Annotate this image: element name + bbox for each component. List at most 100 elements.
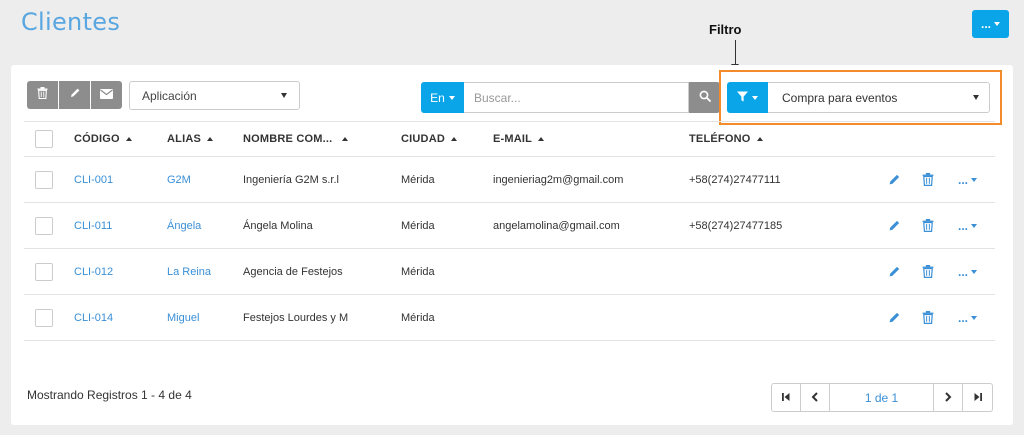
header-telefono[interactable]: TELÉFONO (689, 122, 763, 156)
row-checkbox[interactable] (35, 262, 53, 281)
caret-down-icon (973, 95, 979, 100)
header-ciudad-label: CIUDAD (401, 133, 445, 145)
application-select[interactable]: Aplicación (129, 81, 300, 110)
sort-up-icon (207, 137, 213, 141)
row-ciudad: Mérida (401, 173, 435, 186)
header-nombre[interactable]: NOMBRE COM... (243, 122, 349, 156)
search-input[interactable] (464, 82, 689, 113)
row-checkbox[interactable] (35, 170, 53, 189)
row-codigo-link[interactable]: CLI-001 (74, 157, 113, 202)
row-more-label: ... (958, 218, 969, 233)
sort-up-icon (756, 137, 763, 141)
annotation-label: Filtro (709, 22, 742, 37)
row-telefono: +58(274)27477185 (689, 219, 783, 232)
search-button[interactable] (689, 82, 720, 113)
filter-select[interactable]: Compra para eventos (768, 82, 990, 113)
row-codigo-link[interactable]: CLI-014 (74, 295, 113, 340)
row-email: angelamolina@gmail.com (493, 219, 620, 232)
caret-down-icon (971, 315, 978, 320)
row-alias-link[interactable]: Ángela (167, 203, 201, 248)
row-email: ingenieriag2m@gmail.com (493, 173, 624, 186)
funnel-icon (737, 89, 748, 107)
caret-down-icon (448, 95, 455, 100)
row-delete-trash-icon[interactable] (922, 173, 934, 186)
search-scope-button[interactable]: En (421, 82, 464, 113)
row-checkbox[interactable] (35, 216, 53, 235)
caret-down-icon (971, 269, 978, 274)
select-all-cell (35, 122, 53, 156)
last-page-button[interactable] (963, 384, 992, 411)
sort-up-icon (342, 137, 349, 141)
header-codigo[interactable]: CÓDIGO (74, 122, 132, 156)
first-page-button[interactable] (772, 384, 801, 411)
header-email-label: E-MAIL (493, 133, 533, 145)
search-icon (699, 89, 711, 107)
header-email[interactable]: E-MAIL (493, 122, 545, 156)
row-select-cell (35, 249, 53, 294)
sort-up-icon (538, 137, 545, 141)
row-ciudad: Mérida (401, 219, 435, 232)
header-alias[interactable]: ALIAS (167, 122, 213, 156)
filter-button[interactable] (727, 82, 768, 113)
row-more-button[interactable]: ... (958, 218, 978, 233)
chevron-right-icon (944, 389, 952, 407)
row-nombre: Ingeniería G2M s.r.l (243, 173, 339, 186)
last-page-icon (973, 389, 983, 407)
row-alias-link[interactable]: Miguel (167, 295, 199, 340)
sort-up-icon (125, 137, 132, 141)
chevron-left-icon (811, 389, 819, 407)
edit-selected-button[interactable] (59, 81, 90, 109)
row-nombre: Agencia de Festejos (243, 265, 343, 278)
records-status: Mostrando Registros 1 - 4 de 4 (27, 388, 192, 402)
row-select-cell (35, 157, 53, 202)
header-codigo-label: CÓDIGO (74, 133, 120, 145)
header-telefono-label: TELÉFONO (689, 133, 751, 145)
caret-down-icon (971, 223, 978, 228)
table-row: CLI-001 G2M Ingeniería G2M s.r.l Mérida inge… (24, 157, 995, 203)
page-info: 1 de 1 (830, 384, 934, 411)
select-all-checkbox[interactable] (35, 130, 53, 148)
row-ciudad: Mérida (401, 265, 435, 278)
row-nombre: Festejos Lourdes y M (243, 311, 349, 324)
row-edit-pencil-icon[interactable] (888, 265, 901, 278)
row-codigo-link[interactable]: CLI-011 (74, 203, 112, 248)
caret-down-icon (971, 177, 978, 182)
header-nombre-label: NOMBRE COM... (243, 133, 333, 145)
next-page-button[interactable] (934, 384, 963, 411)
pencil-icon (69, 86, 81, 104)
delete-selected-button[interactable] (27, 81, 58, 109)
row-edit-pencil-icon[interactable] (888, 173, 901, 186)
header-ciudad[interactable]: CIUDAD (401, 122, 457, 156)
email-selected-button[interactable] (91, 81, 122, 109)
table-body: CLI-001 G2M Ingeniería G2M s.r.l Mérida inge… (24, 157, 995, 341)
row-more-button[interactable]: ... (958, 310, 978, 325)
clients-panel: Aplicación En Compra para eventos CÓDIGO… (11, 65, 1013, 425)
row-alias-link[interactable]: La Reina (167, 249, 211, 294)
row-more-label: ... (958, 264, 969, 279)
table-row: CLI-012 La Reina Agencia de Festejos Mérida… (24, 249, 995, 295)
row-telefono: +58(274)27477111 (689, 173, 781, 186)
row-more-button[interactable]: ... (958, 172, 978, 187)
row-delete-trash-icon[interactable] (922, 219, 934, 232)
envelope-icon (100, 86, 113, 104)
trash-icon (37, 86, 48, 104)
application-select-value: Aplicación (142, 88, 197, 103)
row-more-button[interactable]: ... (958, 264, 978, 279)
more-options-button[interactable]: ... (972, 10, 1009, 38)
clients-table: CÓDIGO ALIAS NOMBRE COM... CIUDAD E-MAIL… (24, 121, 995, 341)
row-more-label: ... (958, 172, 969, 187)
table-row: CLI-014 Miguel Festejos Lourdes y M Mérida.… (24, 295, 995, 341)
row-select-cell (35, 203, 53, 248)
row-checkbox[interactable] (35, 308, 53, 327)
row-codigo-link[interactable]: CLI-012 (74, 249, 113, 294)
row-alias-link[interactable]: G2M (167, 157, 191, 202)
annotation-arrow-line (735, 40, 736, 66)
row-edit-pencil-icon[interactable] (888, 311, 901, 324)
row-delete-trash-icon[interactable] (922, 311, 934, 324)
row-more-label: ... (958, 310, 969, 325)
sort-up-icon (450, 137, 457, 141)
row-delete-trash-icon[interactable] (922, 265, 934, 278)
page-title: Clientes (21, 8, 121, 36)
previous-page-button[interactable] (801, 384, 830, 411)
row-edit-pencil-icon[interactable] (888, 219, 901, 232)
